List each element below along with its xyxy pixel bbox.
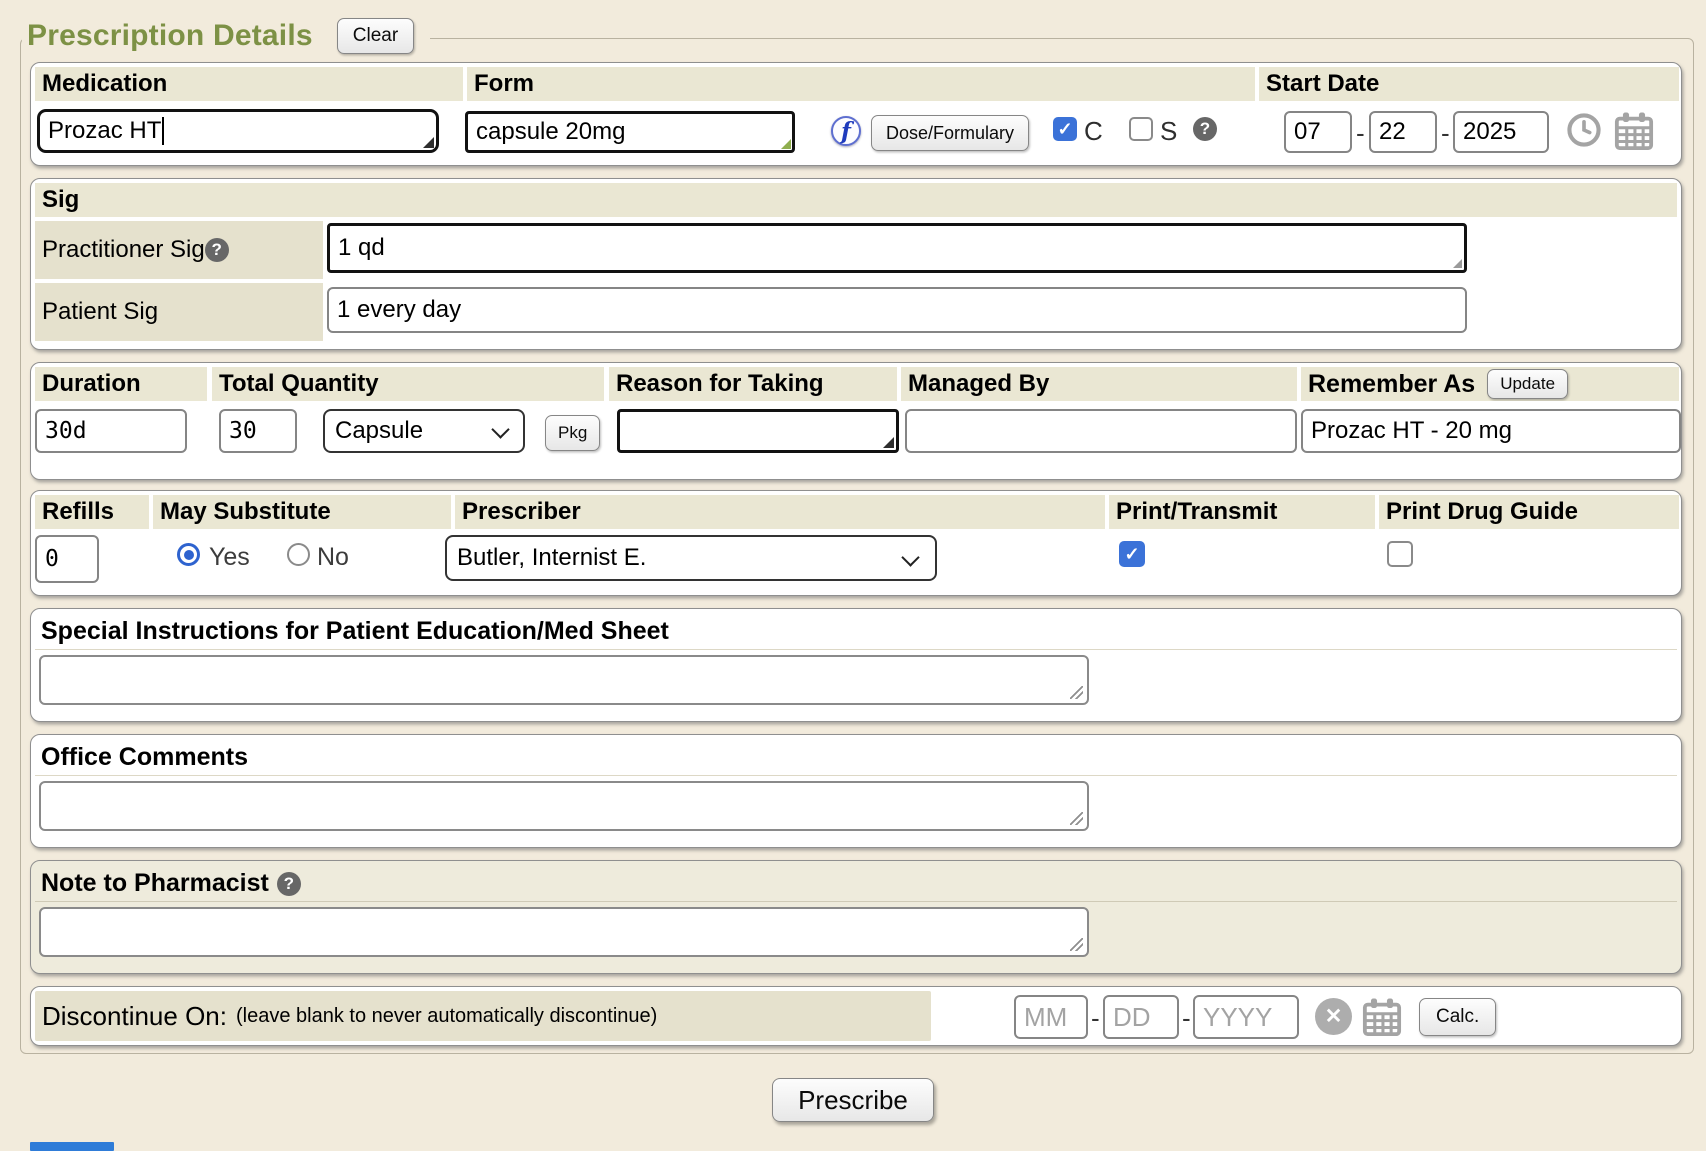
duration-column-header: Duration bbox=[35, 367, 207, 401]
patient-sig-input[interactable]: 1 every day bbox=[327, 287, 1467, 333]
special-instructions-panel: Special Instructions for Patient Educati… bbox=[30, 608, 1682, 722]
practitioner-sig-label: Practitioner Sig? bbox=[35, 221, 323, 279]
divider bbox=[35, 649, 1677, 650]
form-input[interactable]: capsule 20mg bbox=[465, 111, 795, 153]
remember-as-input[interactable]: Prozac HT - 20 mg bbox=[1301, 409, 1681, 453]
prescriber-column-header: Prescriber bbox=[455, 495, 1105, 529]
substitute-yes-label: Yes bbox=[209, 543, 250, 572]
form-input-value: capsule 20mg bbox=[476, 118, 625, 146]
prescriber-select[interactable]: Butler, Internist E. bbox=[445, 535, 937, 581]
discontinue-month-input[interactable] bbox=[1014, 995, 1088, 1039]
start-date-column-header: Start Date bbox=[1259, 67, 1679, 101]
divider bbox=[35, 775, 1677, 776]
clear-button[interactable]: Clear bbox=[337, 18, 414, 54]
managed-by-column-header: Managed By bbox=[901, 367, 1297, 401]
prescription-details-page: Prescription Details Clear Medication Fo… bbox=[0, 0, 1706, 1151]
reason-for-taking-input[interactable] bbox=[617, 409, 899, 453]
quantity-column-header: Total Quantity bbox=[212, 367, 604, 401]
refills-panel: Refills May Substitute Prescriber Print/… bbox=[30, 490, 1682, 596]
page-title: Prescription Details bbox=[27, 19, 313, 53]
substance-s-label: S bbox=[1160, 116, 1177, 147]
cs-help-icon[interactable]: ? bbox=[1193, 117, 1217, 141]
office-comments-panel: Office Comments bbox=[30, 734, 1682, 848]
note-to-pharmacist-help-icon[interactable]: ? bbox=[277, 872, 301, 896]
date-separator: - bbox=[1356, 118, 1365, 149]
print-transmit-checkbox[interactable]: ✓ bbox=[1119, 541, 1145, 567]
note-to-pharmacist-textarea[interactable] bbox=[39, 907, 1089, 957]
duration-input[interactable] bbox=[35, 409, 187, 453]
refills-input[interactable] bbox=[35, 535, 99, 583]
formulary-icon[interactable]: f bbox=[831, 116, 861, 146]
start-day-input[interactable] bbox=[1369, 111, 1437, 153]
print-drug-guide-checkbox[interactable] bbox=[1387, 541, 1413, 567]
quantity-input[interactable] bbox=[219, 409, 297, 453]
date-separator: - bbox=[1441, 118, 1450, 149]
substance-s-checkbox[interactable] bbox=[1129, 117, 1153, 141]
form-column-header: Form bbox=[467, 67, 1255, 101]
quantity-unit-select[interactable]: Capsule bbox=[323, 409, 525, 453]
pkg-button[interactable]: Pkg bbox=[545, 415, 600, 451]
remember-as-column-header: Remember As Update bbox=[1301, 367, 1679, 401]
divider bbox=[35, 901, 1677, 902]
sig-header: Sig bbox=[35, 183, 1677, 217]
print-transmit-column-header: Print/Transmit bbox=[1109, 495, 1375, 529]
note-to-pharmacist-heading: Note to Pharmacist ? bbox=[41, 869, 301, 898]
chevron-down-icon bbox=[901, 548, 919, 566]
special-instructions-heading: Special Instructions for Patient Educati… bbox=[41, 617, 669, 646]
discontinue-hint: (leave blank to never automatically disc… bbox=[236, 1005, 657, 1028]
practitioner-sig-input[interactable]: 1 qd bbox=[327, 223, 1467, 273]
reason-column-header: Reason for Taking bbox=[609, 367, 897, 401]
print-drug-guide-column-header: Print Drug Guide bbox=[1379, 495, 1679, 529]
chevron-down-icon bbox=[491, 420, 509, 438]
managed-by-input[interactable] bbox=[905, 409, 1297, 453]
start-year-input[interactable] bbox=[1453, 111, 1549, 153]
controlled-substance-checkbox[interactable]: ✓ bbox=[1053, 117, 1077, 141]
controlled-substance-label: C bbox=[1084, 116, 1103, 147]
discontinue-label: Discontinue On: (leave blank to never au… bbox=[35, 991, 931, 1041]
special-instructions-textarea[interactable] bbox=[39, 655, 1089, 705]
details-panel: Duration Total Quantity Reason for Takin… bbox=[30, 362, 1682, 480]
start-month-input[interactable] bbox=[1284, 111, 1352, 153]
text-caret bbox=[162, 117, 164, 145]
clock-icon[interactable] bbox=[1565, 111, 1603, 149]
refills-column-header: Refills bbox=[35, 495, 149, 529]
practitioner-sig-help-icon[interactable]: ? bbox=[205, 238, 229, 262]
note-to-pharmacist-panel: Note to Pharmacist ? bbox=[30, 860, 1682, 974]
dose-formulary-button[interactable]: Dose/Formulary bbox=[871, 115, 1029, 151]
discontinue-year-input[interactable] bbox=[1193, 995, 1299, 1039]
clear-date-icon[interactable]: ✕ bbox=[1315, 998, 1352, 1035]
medication-input-value: Prozac HT bbox=[48, 117, 161, 145]
substitute-yes-radio[interactable] bbox=[177, 543, 200, 566]
prescribe-button[interactable]: Prescribe bbox=[772, 1078, 934, 1122]
calendar-icon[interactable] bbox=[1613, 111, 1655, 151]
medication-column-header: Medication bbox=[35, 67, 463, 101]
office-comments-heading: Office Comments bbox=[41, 743, 248, 772]
medication-input[interactable]: Prozac HT bbox=[37, 109, 439, 153]
medication-panel: Medication Form Start Date Prozac HT cap… bbox=[30, 62, 1682, 166]
substitute-column-header: May Substitute bbox=[153, 495, 451, 529]
date-separator: - bbox=[1091, 1003, 1100, 1034]
office-comments-textarea[interactable] bbox=[39, 781, 1089, 831]
partial-blue-element bbox=[30, 1142, 114, 1151]
substitute-no-label: No bbox=[317, 543, 349, 572]
calc-button[interactable]: Calc. bbox=[1419, 998, 1496, 1036]
patient-sig-label: Patient Sig bbox=[35, 283, 323, 341]
sig-panel: Sig Practitioner Sig? 1 qd Patient Sig 1… bbox=[30, 178, 1682, 350]
discontinue-panel: Discontinue On: (leave blank to never au… bbox=[30, 986, 1682, 1046]
update-button[interactable]: Update bbox=[1487, 369, 1568, 399]
calendar-icon[interactable] bbox=[1361, 997, 1403, 1037]
fieldset-legend: Prescription Details Clear bbox=[22, 12, 430, 60]
discontinue-day-input[interactable] bbox=[1103, 995, 1179, 1039]
substitute-no-radio[interactable] bbox=[287, 543, 310, 566]
date-separator: - bbox=[1182, 1003, 1191, 1034]
